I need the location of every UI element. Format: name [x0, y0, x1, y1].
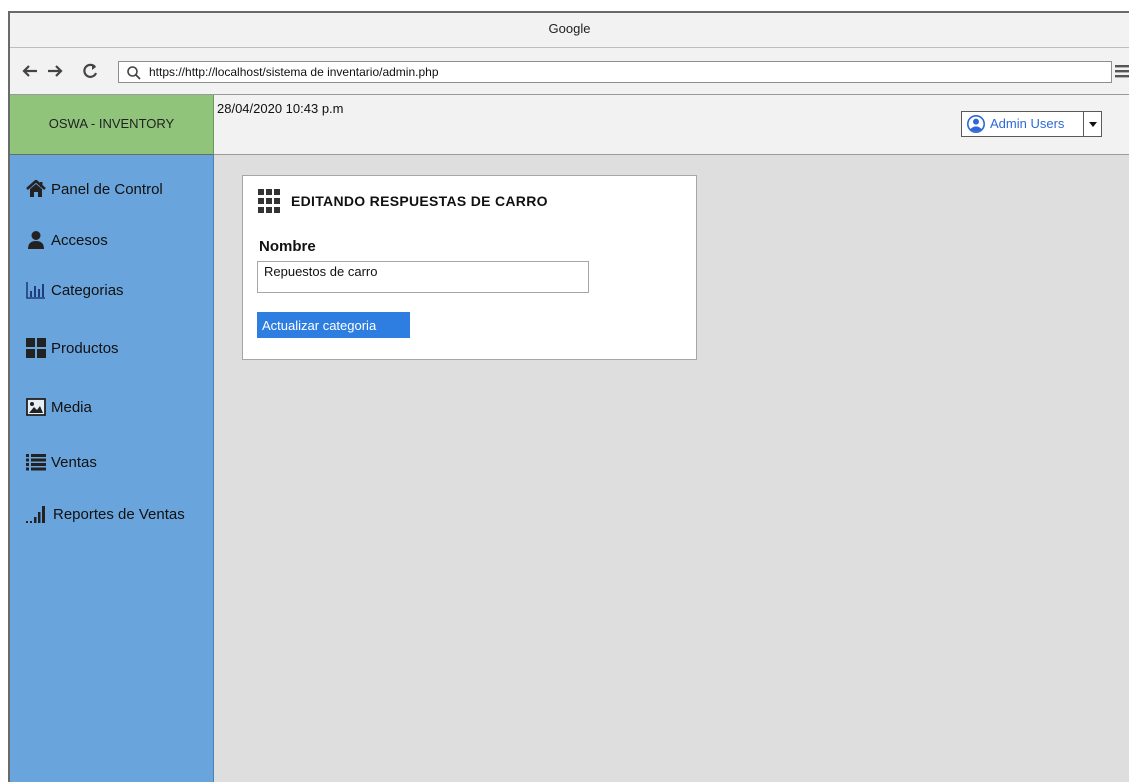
user-icon [28, 231, 44, 249]
hamburger-menu-icon [1115, 65, 1129, 78]
browser-title: Google [548, 21, 591, 36]
caret-down-icon [1089, 122, 1097, 127]
browser-window: Google https://http://localhost/sistema … [8, 11, 1129, 782]
sidebar-item-reportes-de-ventas[interactable]: Reportes de Ventas [26, 502, 185, 526]
sidebar: Panel de Control Accesos Categorias Prod… [10, 155, 215, 782]
sidebar-item-label: Productos [51, 339, 119, 357]
image-icon [26, 398, 46, 416]
dropdown-separator [1083, 112, 1084, 136]
reload-button[interactable] [81, 61, 99, 81]
update-category-button[interactable]: Actualizar categoria [257, 312, 410, 338]
app-header: 28/04/2020 10:43 p.m Admin Users [214, 95, 1129, 155]
edit-category-card: EDITANDO RESPUESTAS DE CARRO Nombre Actu… [242, 175, 697, 360]
apps-grid-icon [258, 189, 280, 213]
browser-toolbar: https://http://localhost/sistema de inve… [10, 48, 1129, 95]
browser-title-bar: Google [10, 13, 1129, 48]
arrow-left-icon [22, 65, 37, 77]
arrow-right-icon [48, 65, 63, 77]
signal-bars-icon [26, 506, 45, 523]
sidebar-item-label: Accesos [51, 231, 108, 249]
address-bar[interactable]: https://http://localhost/sistema de inve… [118, 61, 1112, 83]
sidebar-item-ventas[interactable]: Ventas [26, 450, 97, 474]
current-datetime: 28/04/2020 10:43 p.m [217, 101, 344, 116]
browser-menu-button[interactable] [1115, 62, 1129, 80]
app-brand[interactable]: OSWA - INVENTORY [10, 95, 214, 155]
grid-icon [26, 338, 46, 358]
bar-chart-icon [26, 282, 45, 299]
sidebar-item-label: Panel de Control [51, 180, 163, 198]
nombre-input[interactable] [257, 261, 589, 293]
forward-button[interactable] [46, 61, 64, 81]
user-avatar-icon [967, 115, 985, 133]
sidebar-item-panel-de-control[interactable]: Panel de Control [26, 177, 163, 201]
url-text: https://http://localhost/sistema de inve… [149, 65, 439, 79]
sidebar-item-media[interactable]: Media [26, 395, 92, 419]
brand-label: OSWA - INVENTORY [48, 116, 175, 131]
sidebar-item-label: Categorias [51, 281, 124, 299]
search-icon [127, 66, 141, 80]
main-content: EDITANDO RESPUESTAS DE CARRO Nombre Actu… [214, 155, 1129, 782]
list-icon [26, 454, 46, 471]
sidebar-item-label: Reportes de Ventas [53, 505, 185, 523]
sidebar-item-label: Media [51, 398, 92, 416]
back-button[interactable] [21, 61, 39, 81]
card-title: EDITANDO RESPUESTAS DE CARRO [291, 193, 548, 209]
nombre-label: Nombre [259, 238, 316, 255]
reload-icon [83, 63, 98, 78]
sidebar-item-productos[interactable]: Productos [26, 336, 119, 360]
sidebar-item-categorias[interactable]: Categorias [26, 278, 124, 302]
user-menu-dropdown[interactable]: Admin Users [961, 111, 1102, 137]
sidebar-item-label: Ventas [51, 453, 97, 471]
sidebar-item-accesos[interactable]: Accesos [26, 228, 108, 252]
user-name: Admin Users [990, 116, 1065, 131]
home-icon [26, 180, 46, 197]
